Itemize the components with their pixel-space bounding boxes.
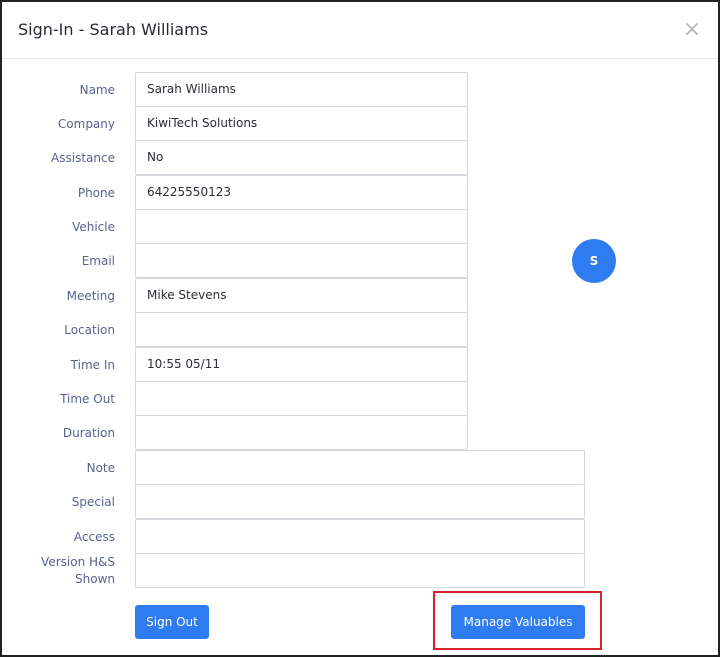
location-label: Location: [64, 323, 115, 337]
version-hs-shown-label: Version H&S Shown: [41, 555, 115, 586]
company-field[interactable]: KiwiTech Solutions: [135, 106, 468, 141]
phone-label: Phone: [77, 186, 115, 200]
email-label: Email: [81, 254, 115, 268]
special-label: Special: [71, 495, 115, 509]
company-label: Company: [57, 117, 115, 131]
manage-valuables-button[interactable]: Manage Valuables: [451, 605, 585, 639]
modal-header: Sign-In - Sarah Williams ×: [2, 2, 718, 59]
email-field[interactable]: [135, 243, 468, 278]
time-out-field[interactable]: [135, 381, 468, 416]
name-field[interactable]: Sarah Williams: [135, 72, 468, 107]
avatar: S: [572, 239, 616, 283]
time-in-label: Time In: [70, 358, 115, 372]
duration-field[interactable]: [135, 415, 468, 450]
assistance-label: Assistance: [51, 151, 115, 165]
note-field[interactable]: [135, 450, 585, 485]
vehicle-field[interactable]: [135, 209, 468, 244]
modal-title: Sign-In - Sarah Williams: [18, 20, 209, 39]
version-hs-shown-field[interactable]: [135, 553, 585, 588]
phone-field[interactable]: 64225550123: [135, 175, 468, 210]
meeting-field[interactable]: Mike Stevens: [135, 278, 468, 313]
location-field[interactable]: [135, 312, 468, 347]
duration-label: Duration: [62, 426, 115, 440]
time-out-label: Time Out: [60, 392, 115, 406]
note-label: Note: [86, 461, 115, 475]
close-icon[interactable]: ×: [682, 19, 702, 41]
access-field[interactable]: [135, 519, 585, 554]
name-label: Name: [79, 83, 115, 97]
meeting-label: Meeting: [66, 289, 115, 303]
sign-out-button[interactable]: Sign Out: [135, 605, 209, 639]
time-in-field[interactable]: 10:55 05/11: [135, 347, 468, 382]
access-label: Access: [73, 530, 115, 544]
sign-in-modal: Sign-In - Sarah Williams × Name Sarah Wi…: [0, 0, 720, 657]
assistance-field[interactable]: No: [135, 140, 468, 175]
special-field[interactable]: [135, 484, 585, 519]
vehicle-label: Vehicle: [72, 220, 115, 234]
